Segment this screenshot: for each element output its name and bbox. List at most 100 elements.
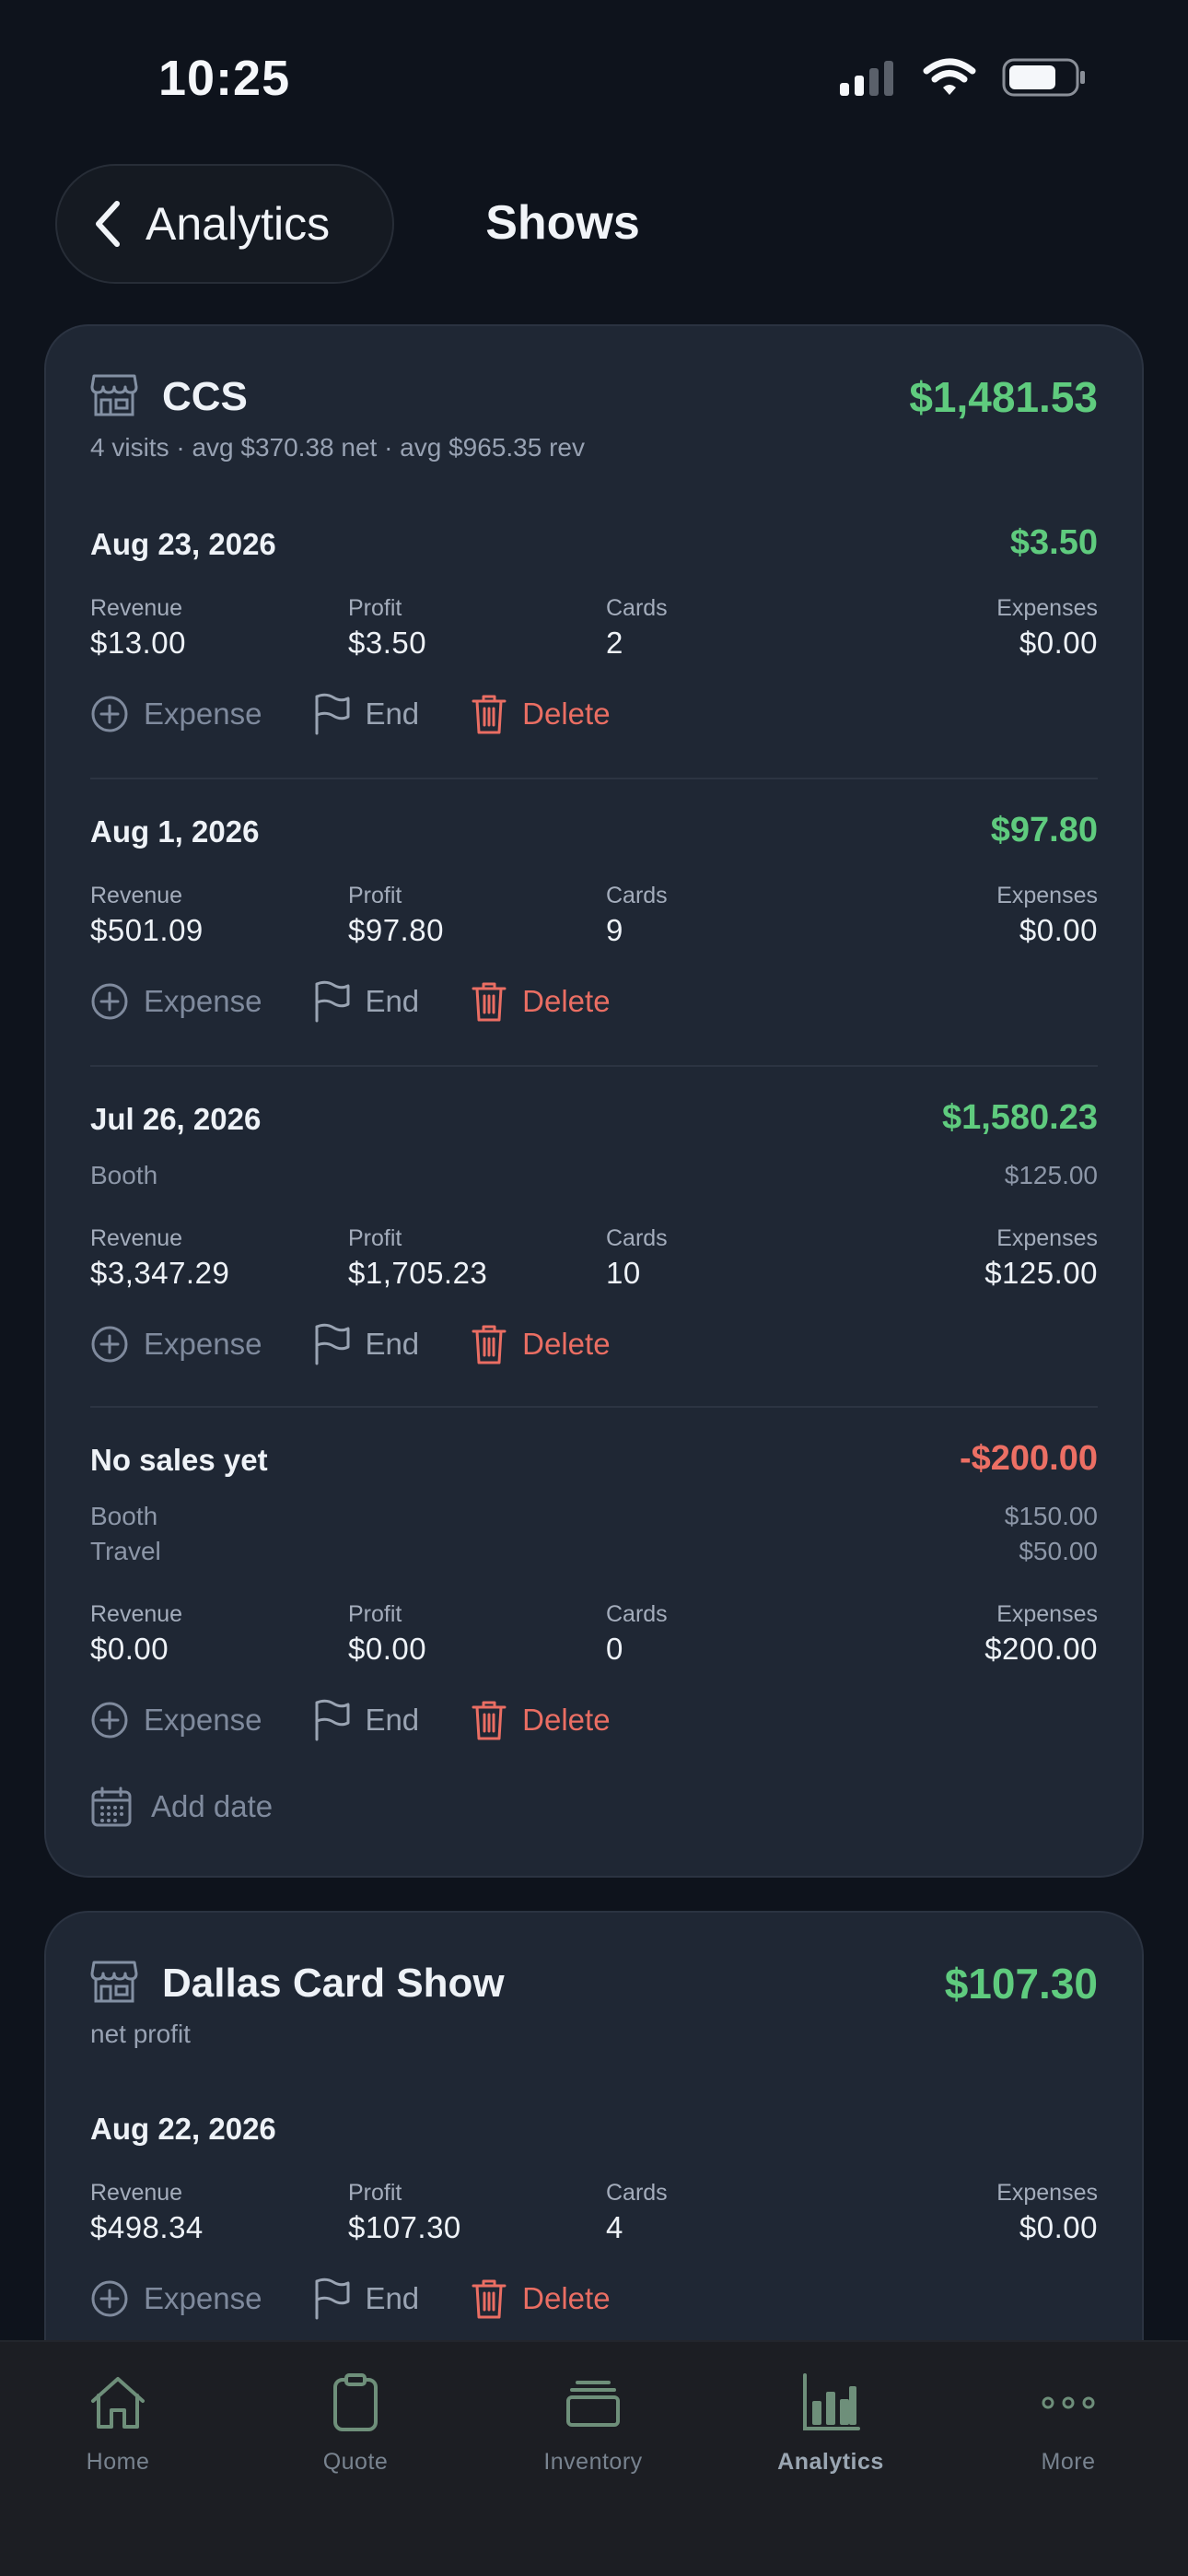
status-bar: 10:25 [0,0,1188,157]
add-date-label: Add date [151,1789,274,1823]
delete-button[interactable]: Delete [471,2277,611,2320]
end-button[interactable]: End [313,980,419,1023]
home-icon [91,2377,145,2429]
visit-amount: $97.80 [990,811,1098,849]
tab-home[interactable]: Home [26,2370,210,2476]
delete-button[interactable]: Delete [471,1699,611,1741]
visit-entry: No sales yet -$200.00 Booth $150.00 Trav… [90,1439,1098,1765]
page-title-text: Shows [485,196,640,250]
stat-value: $0.00 [90,1632,169,1666]
expense-label: Expense [144,697,262,731]
end-button[interactable]: End [313,1699,419,1741]
visit-stats: Revenue $0.00 Profit $0.00 Cards 0 Expenses… [90,1601,1098,1669]
visit-date: Jul 26, 2026 [90,1102,262,1136]
add-date-button[interactable]: Add date [90,1786,273,1828]
show-header: Dallas Card Show $107.30 net profit [90,1959,1098,2069]
visit-actions: Expense End Delete [90,1321,662,1367]
store-icon [90,1961,138,2003]
divider [90,1065,1098,1067]
tab-icon-wrap [739,2370,923,2436]
stat-expenses: Expenses $125.00 [984,1225,1098,1291]
visit-entry: Aug 23, 2026 $3.50 Revenue $13.00 Profit $… [90,523,1098,748]
stat-label: Revenue [90,2180,183,2206]
stat-value: $125.00 [984,1256,1098,1290]
plus-circle-icon [91,983,128,1020]
divider [90,1406,1098,1408]
tab-quote[interactable]: Quote [263,2370,448,2476]
expense-name: Booth [90,1161,158,1189]
stat-profit: Profit $0.00 [348,1601,426,1667]
stat-label: Expenses [996,2180,1098,2206]
stat-expenses: Expenses $0.00 [996,2180,1098,2245]
stat-value: 9 [606,913,623,947]
visit-amount: -$200.00 [959,1439,1098,1478]
add-expense-button[interactable]: Expense [90,695,262,733]
add-expense-button[interactable]: Expense [90,1325,262,1364]
stat-expenses: Expenses $0.00 [996,595,1098,661]
status-icons [838,57,1087,98]
expense-value: $125.00 [1004,1161,1098,1189]
trash-icon [472,2279,507,2319]
delete-button[interactable]: Delete [471,980,611,1023]
stat-label: Revenue [90,1601,183,1627]
stack-icon [566,2381,620,2427]
stat-label: Revenue [90,883,183,908]
trash-icon [472,1325,507,1364]
flag-icon [315,1699,350,1741]
visit-stats: Revenue $501.09 Profit $97.80 Cards 9 Expen… [90,883,1098,951]
stat-label: Expenses [996,1601,1098,1627]
end-button[interactable]: End [313,2277,419,2320]
delete-button[interactable]: Delete [471,1323,611,1365]
stat-value: 0 [606,1632,623,1666]
stat-value: 4 [606,2210,623,2244]
stat-label: Expenses [996,1225,1098,1251]
add-expense-button[interactable]: Expense [90,982,262,1021]
delete-label: Delete [522,1703,611,1737]
show-name: Dallas Card Show [162,1961,505,2006]
stat-label: Profit [348,883,402,908]
stat-expenses: Expenses $200.00 [984,1601,1098,1667]
stat-cards: Cards 0 [606,1601,668,1667]
expense-value: $50.00 [1019,1537,1098,1565]
end-button[interactable]: End [313,693,419,735]
show-total: $107.30 [944,1960,1098,2008]
visit-date: Aug 1, 2026 [90,814,260,849]
delete-label: Delete [522,2281,611,2315]
visit-entry: Aug 22, 2026 Revenue $498.34 Profit $107.3… [90,2112,1098,2333]
tab-bar: Home Quote Inventory Analytics More [0,2340,1188,2576]
plus-circle-icon [91,1702,128,1739]
expense-value: $150.00 [1004,1502,1098,1530]
stat-revenue: Revenue $3,347.29 [90,1225,229,1291]
delete-label: Delete [522,1327,611,1361]
stat-value: $0.00 [1019,913,1098,947]
add-expense-button[interactable]: Expense [90,2279,262,2318]
end-label: End [365,1327,420,1361]
tab-inventory[interactable]: Inventory [501,2370,685,2476]
stat-value: $97.80 [348,913,444,947]
tab-icon-wrap [26,2370,210,2436]
bar-chart-icon [803,2373,860,2430]
visit-actions: Expense End Delete [90,1697,662,1743]
wifi-icon [923,58,976,95]
store-icon [90,374,138,416]
tab-label: Quote [322,2449,389,2475]
tab-label: Analytics [777,2449,884,2475]
tab-more[interactable]: More [976,2370,1160,2476]
visit-actions: Expense End Delete [90,978,662,1025]
delete-button[interactable]: Delete [471,693,611,735]
visit-entry: Aug 1, 2026 $97.80 Revenue $501.09 Profit… [90,811,1098,1036]
more-icon [1042,2396,1095,2409]
stat-label: Profit [348,595,402,621]
page-title: Shows [0,195,1188,251]
stat-label: Expenses [996,883,1098,908]
end-button[interactable]: End [313,1323,419,1365]
stat-value: 10 [606,1256,641,1290]
add-expense-button[interactable]: Expense [90,1701,262,1739]
tab-analytics[interactable]: Analytics [739,2370,923,2476]
stat-label: Profit [348,1601,402,1627]
visit-stats: Revenue $498.34 Profit $107.30 Cards 4 Expe… [90,2180,1098,2248]
stat-profit: Profit $97.80 [348,883,444,948]
flag-icon [315,1323,350,1365]
stat-profit: Profit $1,705.23 [348,1225,487,1291]
clipboard-icon [333,2373,378,2431]
